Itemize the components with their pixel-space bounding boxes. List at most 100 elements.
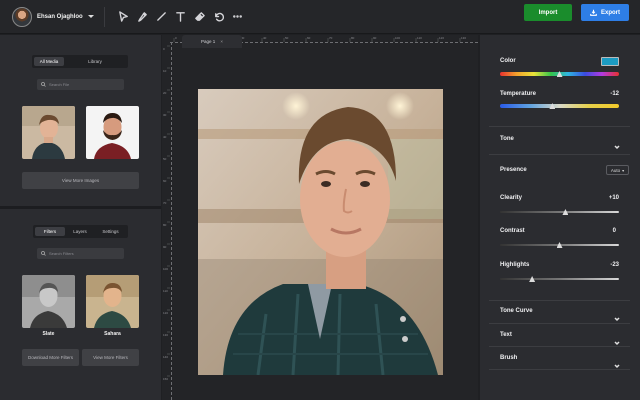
portrait-image (22, 106, 75, 159)
clearity-label: Clearity (500, 195, 523, 201)
vertical-ruler: 0 10 20 30 40 50 60 70 80 90 100 110 120 130 140 150 (163, 45, 170, 381)
highlights-value: -23 (610, 262, 619, 268)
media-thumbnail[interactable] (22, 106, 75, 159)
chevron-down-icon[interactable] (614, 333, 620, 346)
portrait-image (86, 106, 139, 159)
tool-bar (115, 8, 248, 26)
ruler-tick-label: 80 (351, 36, 355, 40)
toolbar-divider (103, 6, 105, 27)
section-divider (489, 154, 630, 155)
tab-settings[interactable]: Settings (95, 227, 126, 236)
download-icon (590, 9, 597, 16)
chevron-down-icon[interactable] (614, 356, 620, 369)
canvas-photo[interactable] (198, 89, 443, 375)
ruler-tick-label: 60 (163, 179, 167, 183)
file-search-input[interactable] (49, 82, 119, 87)
ruler-tick-label: 10 (163, 69, 167, 73)
ruler-tick-label: 40 (163, 135, 167, 139)
clearity-slider[interactable] (500, 209, 619, 215)
line-icon[interactable] (153, 8, 171, 26)
filter-search-input[interactable] (49, 251, 119, 256)
highlights-label: Highlights (500, 262, 530, 268)
filter-thumbnail-slate[interactable] (22, 275, 75, 328)
ruler-tick-label: 0 (163, 47, 165, 51)
section-divider (489, 323, 630, 324)
ruler-tick-label: 120 (163, 311, 168, 315)
media-thumbnail[interactable] (86, 106, 139, 159)
guide-line-vertical (171, 42, 172, 400)
section-divider (489, 369, 630, 370)
search-icon (41, 251, 46, 256)
filter-name-slate: Slate (42, 331, 55, 337)
chevron-down-icon[interactable] (614, 309, 620, 322)
ruler-tick-label: 30 (163, 113, 167, 117)
highlights-slider[interactable] (500, 276, 619, 282)
ruler-tick-label: 100 (395, 36, 400, 40)
text-icon[interactable] (172, 8, 190, 26)
ruler-tick-label: 90 (163, 245, 167, 249)
ruler-tick-label: 110 (417, 36, 422, 40)
page-tab-label: Page 1 (201, 39, 216, 44)
tab-all-media[interactable]: All Media (34, 57, 64, 66)
filter-thumbnail-sahara[interactable] (86, 275, 139, 328)
tone-curve-section[interactable]: Tone Curve (500, 308, 533, 314)
temperature-label: Temperature (500, 91, 536, 97)
ruler-tick-label: 50 (163, 157, 167, 161)
undo-icon[interactable] (210, 8, 228, 26)
contrast-label: Contrast (500, 228, 525, 234)
media-tabs: All Media Library (32, 55, 128, 68)
filter-tabs: Filters Layers Settings (33, 225, 128, 238)
username: Ehsan Ojaghloo (37, 13, 83, 20)
avatar (12, 6, 32, 27)
import-button[interactable]: Import (524, 4, 572, 21)
brush-section[interactable]: Brush (500, 355, 517, 361)
filter-name-sahara: Sahara (104, 331, 121, 337)
ruler-tick-label: 80 (163, 223, 167, 227)
color-slider-knob[interactable] (556, 71, 563, 77)
temperature-slider[interactable] (500, 103, 619, 109)
text-section[interactable]: Text (500, 332, 512, 338)
user-menu[interactable]: Ehsan Ojaghloo (12, 0, 94, 34)
chevron-down-icon: ▾ (622, 167, 625, 173)
ruler-tick-label: 120 (439, 36, 444, 40)
pen-icon[interactable] (134, 8, 152, 26)
section-divider (489, 346, 630, 347)
chevron-down-icon (87, 15, 94, 18)
tone-section[interactable]: Tone (500, 136, 514, 142)
ruler-tick-label: 60 (307, 36, 311, 40)
portrait-image (22, 275, 75, 328)
cursor-icon[interactable] (115, 8, 133, 26)
presence-mode-value: Auto (610, 167, 621, 173)
more-icon[interactable] (229, 8, 247, 26)
tab-library[interactable]: Library (64, 57, 126, 66)
page-tab[interactable]: Page 1 × (182, 35, 242, 48)
export-label: Export (600, 9, 620, 16)
ruler-tick-label: 140 (163, 355, 168, 359)
panel-divider (0, 206, 161, 209)
ruler-tick-label: 100 (163, 267, 168, 271)
portrait-image (86, 275, 139, 328)
export-button[interactable]: Export (581, 4, 629, 21)
color-swatch[interactable] (601, 57, 619, 66)
presence-mode-dropdown[interactable]: Auto ▾ (606, 165, 629, 175)
ruler-tick-label: 130 (163, 333, 168, 337)
ruler-tick-label: 0 (175, 36, 177, 40)
view-more-images-button[interactable]: View More Images (22, 172, 139, 189)
close-icon[interactable]: × (220, 39, 223, 44)
temperature-value: -12 (610, 91, 619, 97)
view-more-filters-button[interactable]: View More Filters (82, 349, 139, 366)
tab-filters[interactable]: Filters (35, 227, 65, 236)
ruler-tick-label: 130 (461, 36, 466, 40)
color-slider[interactable] (500, 71, 619, 77)
download-more-filters-button[interactable]: Download More Filters (22, 349, 79, 366)
ruler-tick-label: 40 (263, 36, 267, 40)
ruler-tick-label: 110 (163, 289, 168, 293)
eraser-icon[interactable] (191, 8, 209, 26)
clearity-value: +10 (608, 195, 619, 201)
chevron-down-icon[interactable] (614, 137, 620, 150)
temperature-slider-knob[interactable] (549, 103, 556, 109)
file-search (37, 79, 124, 90)
contrast-slider[interactable] (500, 242, 619, 248)
tab-layers[interactable]: Layers (65, 227, 95, 236)
color-label: Color (500, 58, 516, 64)
